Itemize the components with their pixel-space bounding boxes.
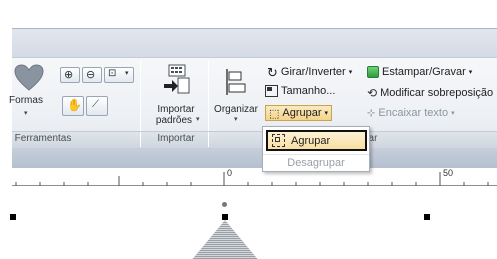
selection-handle[interactable] <box>10 214 16 220</box>
menu-item-agrupar[interactable]: Agrupar <box>266 130 367 151</box>
measure-button[interactable]: ⟋ <box>86 96 108 116</box>
title-bar <box>0 0 497 28</box>
triangle-shape[interactable] <box>190 220 260 259</box>
resize-icon <box>265 85 278 97</box>
chevron-down-icon: ▾ <box>451 110 455 117</box>
text-fit-icon: ⊹ <box>367 107 376 119</box>
ruler-label-50: 50 <box>443 168 454 178</box>
padroes-label: padrões <box>155 115 193 126</box>
group-icon <box>272 134 285 147</box>
group-separator <box>140 132 141 147</box>
chevron-down-icon: ▾ <box>196 116 200 123</box>
ruler-ticks <box>15 172 489 186</box>
ribbon-tab-strip <box>12 29 497 57</box>
align-icon <box>226 69 246 95</box>
zoom-in-icon: ⊕ <box>64 69 74 81</box>
pan-button[interactable]: ✋ <box>62 96 84 116</box>
zoom-out-button[interactable]: ⊖ <box>82 67 102 83</box>
formas-label: Formas <box>9 95 43 106</box>
organizar-button[interactable]: Organizar ▾ <box>210 60 262 130</box>
menu-item-desagrupar[interactable]: Desagrupar <box>263 154 369 171</box>
formas-button[interactable]: Formas ▾ <box>9 64 48 120</box>
hand-icon: ✋ <box>67 98 82 112</box>
menu-item-agrupar-label: Agrupar <box>291 134 331 147</box>
ruler-icon: ⟋ <box>92 99 99 110</box>
group-label-ferramentas: Ferramentas <box>14 133 72 144</box>
import-pattern-icon <box>164 64 190 94</box>
importar-padroes-button[interactable]: Importar padrões ▾ <box>146 60 206 130</box>
rotate-handle[interactable] <box>222 202 227 207</box>
agrupar-ribbon-label: Agrupar <box>282 107 322 119</box>
group-separator <box>208 132 209 147</box>
modificar-sobreposicao-button[interactable]: ⟲ Modificar sobreposição <box>367 86 493 100</box>
estampar-gravar-label: Estampar/Gravar <box>382 66 466 78</box>
heart-icon <box>14 64 44 91</box>
importar-label: Importar <box>157 104 195 115</box>
ruler-label-0: 0 <box>227 168 233 178</box>
girar-inverter-label: Girar/Inverter <box>280 66 346 78</box>
document-tab-strip <box>12 148 497 168</box>
girar-inverter-button[interactable]: ↻ Girar/Inverter ▾ <box>267 64 353 80</box>
estampar-gravar-button[interactable]: Estampar/Gravar ▾ <box>367 66 472 78</box>
zoom-fit-button[interactable]: ⊡ ▾ <box>104 67 134 83</box>
chevron-down-icon: ▾ <box>234 116 238 123</box>
zoom-fit-icon: ⊡ <box>108 68 117 79</box>
horizontal-ruler: 0 50 <box>12 168 497 186</box>
agrupar-dropdown-menu: Agrupar Desagrupar <box>262 126 370 172</box>
modificar-sobreposicao-label: Modificar sobreposição <box>380 87 494 99</box>
encaixar-texto-button[interactable]: ⊹ Encaixar texto ▾ <box>367 107 455 119</box>
zoom-in-button[interactable]: ⊕ <box>60 67 80 83</box>
chevron-down-icon: ▾ <box>324 110 329 117</box>
formas-dropdown-arrow: ▾ <box>24 110 28 117</box>
encaixar-texto-label: Encaixar texto <box>378 107 449 119</box>
organizar-label: Organizar <box>214 104 258 115</box>
group-label-importar: Importar <box>157 133 195 144</box>
rotate-icon: ↻ <box>267 64 278 80</box>
chevron-down-icon: ▾ <box>348 69 353 76</box>
ribbon-group-labels <box>12 131 497 148</box>
stamp-icon <box>367 66 379 78</box>
overlap-icon: ⟲ <box>367 86 378 100</box>
zoom-out-icon: ⊖ <box>86 69 96 81</box>
tamanho-label: Tamanho... <box>281 85 336 97</box>
agrupar-ribbon-button[interactable]: ⬚ Agrupar ▾ <box>265 105 333 121</box>
chevron-down-icon: ▾ <box>468 69 473 76</box>
tamanho-button[interactable]: Tamanho... <box>265 85 335 97</box>
chevron-down-icon: ▾ <box>125 70 129 77</box>
group-icon: ⬚ <box>269 107 280 120</box>
selection-handle[interactable] <box>424 214 430 220</box>
